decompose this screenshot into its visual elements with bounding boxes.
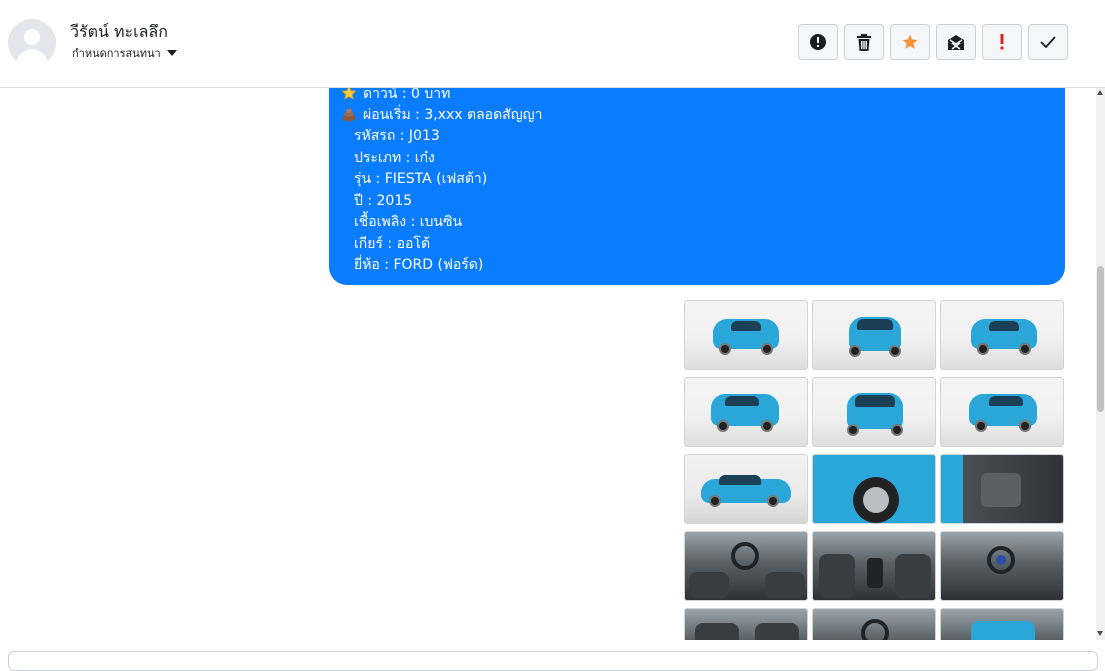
- caret-down-icon: [166, 50, 177, 56]
- exclamation-icon: [1000, 34, 1004, 50]
- trash-icon: [857, 33, 871, 51]
- message-line-installment: ผ่อนเริ่ม : 3,xxx ตลอดสัญญา: [341, 105, 542, 125]
- car-rear-photo[interactable]: [812, 377, 936, 447]
- car-cabin-photo[interactable]: [812, 608, 936, 640]
- assign-conversation-dropdown[interactable]: กำหนดการสนทนา: [72, 44, 177, 62]
- scroll-up-arrow-icon[interactable]: [1097, 90, 1103, 95]
- photo-grid: [684, 300, 1064, 640]
- star-emoji-icon: [341, 88, 357, 100]
- delete-button[interactable]: [844, 24, 884, 60]
- poop-emoji-icon: [342, 108, 356, 122]
- car-rear-left-photo[interactable]: [684, 377, 808, 447]
- message-line-fuel: เชื้อเพลิง : เบนซิน: [354, 214, 463, 230]
- message-line-gear: เกียร์ : ออโต้: [354, 236, 431, 252]
- star-icon: [902, 34, 918, 49]
- car-side-photo[interactable]: [684, 454, 808, 524]
- spam-button[interactable]: [798, 24, 838, 60]
- important-button[interactable]: [982, 24, 1022, 60]
- message-thread: ดาวน์ : 0 บาท ผ่อนเริ่ม : 3,xxx ตลอดสัญญ…: [0, 88, 1096, 640]
- message-line-type: ประเภท : เก๋ง: [354, 150, 435, 166]
- scrollbar-thumb[interactable]: [1097, 266, 1104, 412]
- contact-name[interactable]: วีรัตน์ ทะเลลึก: [70, 20, 168, 45]
- message-line-down-payment: ดาวน์ : 0 บาท: [341, 88, 450, 104]
- alert-circle-icon: [810, 34, 826, 50]
- done-button[interactable]: [1028, 24, 1068, 60]
- message-line-code: รหัสรถ : J013: [354, 128, 440, 144]
- car-seats-photo[interactable]: [684, 608, 808, 640]
- car-wheel-photo[interactable]: [812, 454, 936, 524]
- message-line-year: ปี : 2015: [354, 193, 413, 209]
- envelope-x-icon: [948, 34, 964, 50]
- check-icon: [1040, 36, 1056, 48]
- car-rear-right-photo[interactable]: [940, 377, 1064, 447]
- car-door-interior-photo[interactable]: [940, 454, 1064, 524]
- car-gear-console-photo[interactable]: [812, 531, 936, 601]
- message-line-model: รุ่น : FIESTA (เฟสต้า): [354, 171, 488, 187]
- car-front-right-photo[interactable]: [940, 300, 1064, 370]
- car-front-photo[interactable]: [812, 300, 936, 370]
- message-composer[interactable]: [8, 651, 1098, 671]
- car-front-left-photo[interactable]: [684, 300, 808, 370]
- star-button[interactable]: [890, 24, 930, 60]
- message-bubble[interactable]: ดาวน์ : 0 บาท ผ่อนเริ่ม : 3,xxx ตลอดสัญญ…: [329, 88, 1065, 285]
- mark-unread-button[interactable]: [936, 24, 976, 60]
- contact-avatar[interactable]: [8, 19, 56, 67]
- scroll-down-arrow-icon[interactable]: [1097, 631, 1103, 636]
- conversation-actions: [798, 24, 1068, 60]
- car-steering-photo[interactable]: [940, 531, 1064, 601]
- assign-conversation-label: กำหนดการสนทนา: [72, 47, 161, 60]
- conversation-header: วีรัตน์ ทะเลลึก กำหนดการสนทนา: [0, 0, 1105, 88]
- car-dashboard-photo[interactable]: [684, 531, 808, 601]
- thread-scrollbar[interactable]: [1096, 88, 1105, 640]
- car-trunk-photo[interactable]: [940, 608, 1064, 640]
- message-line-brand: ยี่ห้อ : FORD (ฟอร์ด): [354, 257, 484, 273]
